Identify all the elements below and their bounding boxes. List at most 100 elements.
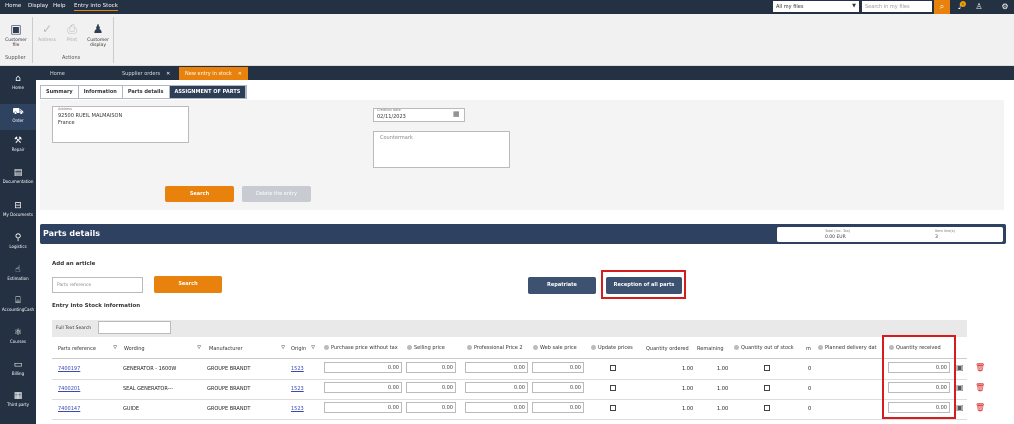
- col-remaining[interactable]: Remaining: [697, 346, 724, 352]
- menu-display[interactable]: Display: [28, 3, 48, 9]
- menu-home[interactable]: Home: [5, 3, 21, 9]
- row-3-m: 0: [808, 406, 812, 412]
- col-quantity-out-of-stock-label: Quantity out of stock: [741, 345, 794, 351]
- nav-accounting-cash[interactable]: ⌸ AccountingCash: [0, 296, 36, 312]
- customer-display-button[interactable]: ♟ Customer display: [86, 22, 110, 48]
- parts-details-title: Parts details: [43, 229, 100, 238]
- filter-icon[interactable]: ⛛: [197, 345, 201, 351]
- nav-logistics[interactable]: ⚲ Logistics: [0, 233, 36, 249]
- col-professional-price[interactable]: Professional Price 2: [467, 345, 523, 351]
- row-2-update-prices-checkbox[interactable]: [610, 385, 616, 391]
- courses-icon: ⚛: [13, 328, 23, 338]
- tab-home[interactable]: Home: [44, 67, 71, 80]
- files-scope-select[interactable]: All my files ▼: [773, 1, 859, 12]
- col-origin[interactable]: Origin: [291, 346, 306, 352]
- printer-icon: ⎙: [67, 22, 77, 36]
- filter-icon[interactable]: ⛛: [113, 345, 117, 351]
- search-input[interactable]: Search in my files: [862, 1, 932, 12]
- parts-details-header: Parts details Total (inc. Tax) 0.00 EUR …: [40, 224, 1006, 244]
- search-entry-button[interactable]: Search: [165, 186, 234, 202]
- row-2-professional-price[interactable]: 0.00: [465, 382, 528, 393]
- filter-icon[interactable]: ⛛: [311, 345, 315, 351]
- nav-estimation[interactable]: ☝ Estimation: [0, 265, 36, 281]
- nav-billing[interactable]: ▭ Billing: [0, 360, 36, 376]
- row-1-origin[interactable]: 1523: [291, 366, 304, 372]
- row-2-ref[interactable]: 7400201: [58, 386, 80, 392]
- col-parts-reference[interactable]: Parts reference: [58, 346, 96, 352]
- row-3-web-sale-price[interactable]: 0.00: [532, 402, 584, 413]
- row-1-professional-price[interactable]: 0.00: [465, 362, 528, 373]
- search-icon[interactable]: ⌕: [934, 0, 950, 14]
- menu-help[interactable]: Help: [53, 3, 66, 9]
- col-purchase-price[interactable]: Purchase price without tax: [324, 345, 398, 351]
- row-1-update-prices-checkbox[interactable]: [610, 365, 616, 371]
- row-3-purchase-price[interactable]: 0.00: [324, 402, 402, 413]
- side-navigation: ⌂ Home ⛟ Order ⚒ Repair ▤ Documentation ⊟ My …: [0, 66, 36, 424]
- print-button[interactable]: ⎙ Print: [63, 22, 81, 43]
- close-icon[interactable]: ✕: [166, 71, 170, 77]
- nav-repair[interactable]: ⚒ Repair: [0, 136, 36, 152]
- nav-my-documents[interactable]: ⊟ My Documents: [0, 201, 36, 217]
- customer-file-button[interactable]: ▣ Customer file: [4, 22, 28, 48]
- full-text-search-input[interactable]: [98, 321, 171, 334]
- nav-documentation[interactable]: ▤ Documentation: [0, 168, 36, 184]
- row-2-out-of-stock-checkbox[interactable]: [764, 385, 770, 391]
- row-1-out-of-stock-checkbox[interactable]: [764, 365, 770, 371]
- row-3-ref[interactable]: 7400147: [58, 406, 80, 412]
- nav-courses[interactable]: ⚛ Courses: [0, 328, 36, 344]
- search-article-button[interactable]: Search: [154, 276, 222, 293]
- row-1-ref[interactable]: 7400197: [58, 366, 80, 372]
- row-3-professional-price[interactable]: 0.00: [465, 402, 528, 413]
- col-selling-price[interactable]: Selling price: [407, 345, 445, 351]
- row-2-origin[interactable]: 1523: [291, 386, 304, 392]
- col-web-sale-price[interactable]: Web sale price: [533, 345, 577, 351]
- row-3-selling-price[interactable]: 0.00: [406, 402, 456, 413]
- col-m[interactable]: m: [806, 346, 811, 352]
- row-2-purchase-price[interactable]: 0.00: [324, 382, 402, 393]
- trash-icon[interactable]: 🗑: [975, 363, 985, 372]
- row-1-purchase-price[interactable]: 0.00: [324, 362, 402, 373]
- delete-entry-button[interactable]: Delete the entry: [242, 186, 311, 202]
- nav-order[interactable]: ⛟ Order: [0, 104, 36, 130]
- gear-icon[interactable]: ⚙: [1000, 2, 1010, 12]
- tab-new-entry-in-stock[interactable]: New entry in stock ✕: [179, 67, 248, 80]
- col-update-prices[interactable]: Update prices: [591, 345, 633, 351]
- reception-of-all-parts-button[interactable]: Reception of all parts: [606, 277, 682, 294]
- repatriate-button[interactable]: Repatriate: [528, 277, 596, 294]
- row-2-manufacturer: GROUPE BRANDT: [207, 386, 251, 392]
- row-1-m: 0: [808, 366, 812, 372]
- row-1-selling-price[interactable]: 0.00: [406, 362, 456, 373]
- trash-icon[interactable]: 🗑: [975, 403, 985, 412]
- contact-card-icon: ▦: [13, 391, 23, 401]
- col-wording[interactable]: Wording: [124, 346, 145, 352]
- col-manufacturer[interactable]: Manufacturer: [209, 346, 243, 352]
- row-2-selling-price[interactable]: 0.00: [406, 382, 456, 393]
- close-icon[interactable]: ✕: [238, 71, 242, 77]
- row-3-origin[interactable]: 1523: [291, 406, 304, 412]
- tab-supplier-orders[interactable]: Supplier orders ✕: [116, 67, 176, 80]
- row-2-web-sale-price[interactable]: 0.00: [532, 382, 584, 393]
- notification-badge: 1: [960, 1, 966, 7]
- user-icon[interactable]: ♙: [974, 2, 984, 12]
- nav-repair-label: Repair: [11, 147, 25, 152]
- nav-home[interactable]: ⌂ Home: [0, 74, 36, 90]
- subtab-assignment-of-parts[interactable]: ASSIGNMENT OF PARTS: [169, 86, 247, 98]
- col-quantity-out-of-stock[interactable]: Quantity out of stock: [734, 345, 794, 351]
- nav-third-party[interactable]: ▦ Third party: [0, 391, 36, 407]
- subtab-parts-details[interactable]: Parts details: [123, 86, 170, 98]
- col-planned-delivery[interactable]: Planned delivery dat: [818, 345, 877, 351]
- address-button[interactable]: ✓ Address: [36, 22, 58, 43]
- clipboard-icon[interactable]: ▣: [956, 363, 964, 372]
- row-1-web-sale-price[interactable]: 0.00: [532, 362, 584, 373]
- clipboard-icon[interactable]: ▣: [956, 383, 964, 392]
- subtab-summary[interactable]: Summary: [41, 86, 79, 98]
- trash-icon[interactable]: 🗑: [975, 383, 985, 392]
- col-quantity-ordered[interactable]: Quantity ordered: [646, 346, 689, 352]
- clipboard-icon[interactable]: ▣: [956, 403, 964, 412]
- filter-icon[interactable]: ⛛: [281, 345, 285, 351]
- calendar-icon[interactable]: ▦: [453, 110, 460, 118]
- subtab-information[interactable]: Information: [79, 86, 123, 98]
- row-3-out-of-stock-checkbox[interactable]: [764, 405, 770, 411]
- menu-entry-into-stock[interactable]: Entry into Stock: [74, 3, 118, 11]
- row-3-update-prices-checkbox[interactable]: [610, 405, 616, 411]
